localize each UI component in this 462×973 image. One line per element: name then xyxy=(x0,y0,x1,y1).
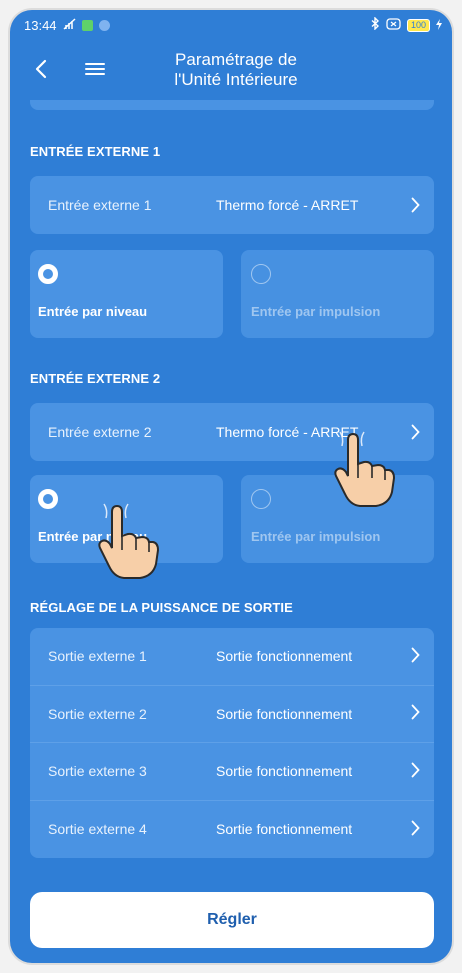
option-level-input-1[interactable]: Entrée par niveau xyxy=(30,250,223,338)
status-time: 13:44 xyxy=(24,17,57,33)
previous-card xyxy=(30,100,434,110)
option-label: Entrée par impulsion xyxy=(251,304,381,319)
chevron-right-icon xyxy=(411,820,420,839)
row-label: Entrée externe 1 xyxy=(48,197,152,213)
chevron-right-icon xyxy=(411,647,420,666)
row-value: Thermo forcé - ARRET xyxy=(216,197,359,213)
output-row-3[interactable]: Sortie externe 3 Sortie fonctionnement xyxy=(30,743,434,801)
row-value: Sortie fonctionnement xyxy=(216,763,353,780)
row-value: Sortie fonctionnement xyxy=(216,648,353,665)
page-title-line1: Paramétrage de xyxy=(175,50,297,69)
status-bar: 13:44 100 xyxy=(10,10,452,40)
external-input-1-row[interactable]: Entrée externe 1 Thermo forcé - ARRET xyxy=(30,176,434,234)
row-value: Sortie fonctionnement xyxy=(216,821,353,838)
option-label: Entrée par niveau xyxy=(38,304,148,319)
app-header: Paramétrage de l'Unité Intérieure xyxy=(10,40,452,100)
row-label: Sortie externe 1 xyxy=(48,648,147,665)
output-list: Sortie externe 1 Sortie fonctionnement S… xyxy=(30,628,434,858)
bluetooth-icon xyxy=(371,16,380,33)
radio-unselected-icon xyxy=(251,489,271,509)
output-row-1[interactable]: Sortie externe 1 Sortie fonctionnement xyxy=(30,628,434,686)
page-title: Paramétrage de l'Unité Intérieure xyxy=(10,50,452,90)
charging-icon xyxy=(436,18,442,33)
option-pulse-input-1[interactable]: Entrée par impulsion xyxy=(241,250,434,338)
shield-icon xyxy=(98,19,110,31)
phone-screen: 13:44 100 Paramétrage de l'Unité Intérie… xyxy=(10,10,452,963)
row-label: Sortie externe 4 xyxy=(48,821,147,838)
notification-icon xyxy=(81,19,93,31)
chevron-right-icon xyxy=(404,197,420,213)
row-value: Sortie fonctionnement xyxy=(216,705,353,722)
battery-icon: 100 xyxy=(406,18,430,32)
row-label: Entrée externe 2 xyxy=(48,424,152,440)
alarm-icon xyxy=(386,17,401,33)
pointing-hand-icon xyxy=(334,431,396,507)
row-label: Sortie externe 2 xyxy=(48,705,147,722)
apply-button[interactable]: Régler xyxy=(30,892,434,948)
chevron-right-icon xyxy=(404,424,420,440)
output-row-4[interactable]: Sortie externe 4 Sortie fonctionnement xyxy=(30,801,434,859)
section-title-output-power: RÉGLAGE DE LA PUISSANCE DE SORTIE xyxy=(30,600,293,615)
radio-unselected-icon xyxy=(251,264,271,284)
signal-off-icon xyxy=(63,17,76,33)
chevron-right-icon xyxy=(411,704,420,723)
radio-selected-icon xyxy=(38,489,58,509)
output-row-2[interactable]: Sortie externe 2 Sortie fonctionnement xyxy=(30,686,434,743)
pointing-hand-icon xyxy=(98,503,160,579)
row-label: Sortie externe 3 xyxy=(48,763,147,780)
page-title-line2: l'Unité Intérieure xyxy=(174,70,298,89)
radio-selected-icon xyxy=(38,264,58,284)
option-label: Entrée par impulsion xyxy=(251,529,381,544)
section-title-external-input-2: ENTRÉE EXTERNE 2 xyxy=(30,371,161,386)
chevron-right-icon xyxy=(411,762,420,781)
section-title-external-input-1: ENTRÉE EXTERNE 1 xyxy=(30,144,161,159)
